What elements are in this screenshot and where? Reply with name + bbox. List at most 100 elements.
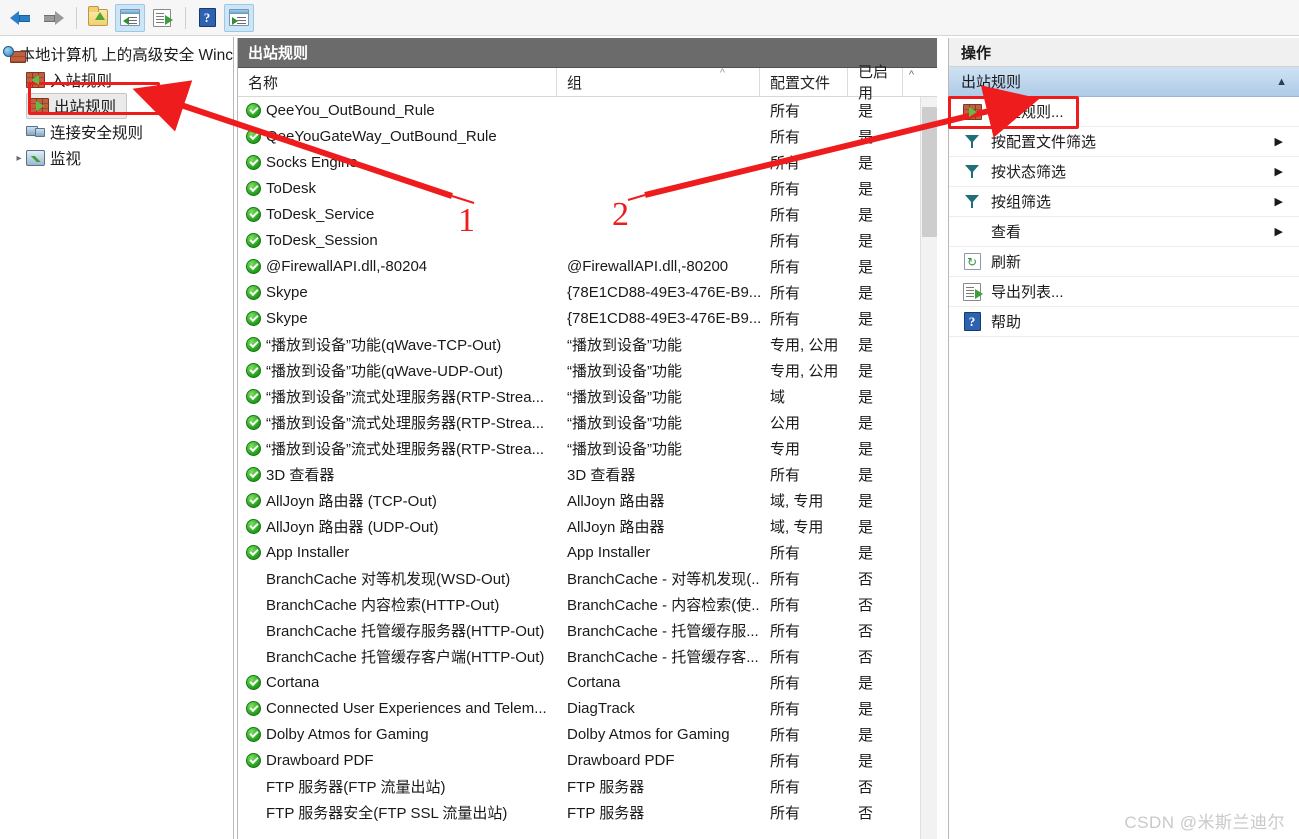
- toolbar: ?: [0, 0, 1299, 36]
- table-row[interactable]: ToDesk 所有 是: [238, 175, 937, 201]
- table-row[interactable]: FTP 服务器(FTP 流量出站) FTP 服务器 所有 否: [238, 773, 937, 799]
- action-item-label: 按组筛选: [991, 194, 1052, 211]
- table-row[interactable]: Socks Engine 所有 是: [238, 149, 937, 175]
- cell-enabled: 是: [858, 674, 874, 692]
- action-item-export[interactable]: 导出列表...: [949, 277, 1299, 307]
- cell-profile: 专用, 公用: [770, 336, 839, 354]
- cell-name: 3D 查看器: [238, 464, 557, 485]
- actions-group-header[interactable]: 出站规则 ▲: [949, 67, 1299, 97]
- cell-profile: 所有: [770, 284, 801, 302]
- table-row[interactable]: BranchCache 内容检索(HTTP-Out) BranchCache - …: [238, 591, 937, 617]
- cell-profile: 专用: [770, 440, 801, 458]
- table-row[interactable]: App Installer App Installer 所有 是: [238, 539, 937, 565]
- table-row[interactable]: “播放到设备”功能(qWave-UDP-Out) “播放到设备”功能 专用, 公用 是: [238, 357, 937, 383]
- action-item-new-rule[interactable]: 新建规则...: [949, 97, 1299, 127]
- table-row[interactable]: Skype {78E1CD88-49E3-476E-B9... 所有 是: [238, 305, 937, 331]
- export-icon: [961, 282, 983, 301]
- table-row[interactable]: Cortana Cortana 所有 是: [238, 669, 937, 695]
- table-row[interactable]: @FirewallAPI.dll,-80204 @FirewallAPI.dll,…: [238, 253, 937, 279]
- scrollbar-thumb[interactable]: [922, 107, 937, 237]
- rule-name-label: Skype: [266, 283, 308, 301]
- table-row[interactable]: “播放到设备”功能(qWave-TCP-Out) “播放到设备”功能 专用, 公用 是: [238, 331, 937, 357]
- show-tree-button[interactable]: [115, 3, 145, 32]
- column-header-label: 配置文件: [770, 74, 831, 92]
- cell-profile: 域, 专用: [770, 492, 824, 510]
- action-item-label: 按状态筛选: [991, 164, 1067, 181]
- table-row[interactable]: BranchCache 托管缓存客户端(HTTP-Out) BranchCache…: [238, 643, 937, 669]
- table-row[interactable]: “播放到设备”流式处理服务器(RTP-Strea... “播放到设备”功能 域 是: [238, 383, 937, 409]
- cell-enabled: 是: [858, 258, 874, 276]
- column-header-label: 名称: [248, 74, 279, 92]
- table-row[interactable]: BranchCache 托管缓存服务器(HTTP-Out) BranchCache…: [238, 617, 937, 643]
- new-rule-icon: [961, 103, 983, 120]
- table-row[interactable]: ToDesk_Service 所有 是: [238, 201, 937, 227]
- show-action-pane-button[interactable]: [224, 3, 254, 32]
- action-item-none[interactable]: 查看 ▶: [949, 217, 1299, 247]
- table-row[interactable]: QeeYou_OutBound_Rule 所有 是: [238, 97, 937, 123]
- cell-name: BranchCache 内容检索(HTTP-Out): [238, 594, 557, 615]
- export-list-icon: [153, 8, 173, 27]
- column-header-profile[interactable]: 配置文件: [760, 68, 848, 96]
- cell-enabled: 是: [858, 388, 874, 406]
- rule-enabled-check-icon: [246, 544, 261, 560]
- outbound-rules-pane: 出站规则 名称 组 ^ 配置文件 已启用 ^ QeeYou_OutBound_R…: [237, 38, 937, 839]
- help-icon: ?: [198, 8, 216, 27]
- table-row[interactable]: 3D 查看器 3D 查看器 所有 是: [238, 461, 937, 487]
- refresh-glyph: ↻: [963, 253, 981, 270]
- cell-enabled: 否: [858, 804, 874, 822]
- back-button[interactable]: [6, 4, 36, 32]
- chevron-up-icon[interactable]: ▲: [1276, 76, 1287, 88]
- toolbar-separator-2: [185, 6, 186, 29]
- rule-name-label: BranchCache 托管缓存服务器(HTTP-Out): [266, 622, 545, 640]
- cell-name: FTP 服务器安全(FTP SSL 流量出站): [238, 802, 557, 823]
- cell-enabled: 是: [858, 726, 874, 744]
- tree-item-connection-security-rules[interactable]: 连接安全规则: [0, 119, 233, 145]
- filter-glyph: [964, 134, 980, 149]
- action-item-filter[interactable]: 按组筛选 ▶: [949, 187, 1299, 217]
- help-button[interactable]: ?: [192, 4, 222, 32]
- up-folder-icon: [88, 6, 108, 26]
- chevron-right-icon[interactable]: ▶: [1275, 165, 1283, 178]
- watermark: CSDN @米斯兰迪尔: [1124, 813, 1285, 832]
- table-row[interactable]: ToDesk_Session 所有 是: [238, 227, 937, 253]
- action-item-help[interactable]: ? 帮助: [949, 307, 1299, 337]
- action-item-label: 查看: [991, 224, 1022, 241]
- action-item-filter[interactable]: 按配置文件筛选 ▶: [949, 127, 1299, 157]
- show-tree-icon: [120, 9, 140, 26]
- table-row[interactable]: “播放到设备”流式处理服务器(RTP-Strea... “播放到设备”功能 公用 是: [238, 409, 937, 435]
- rule-enabled-check-icon: [246, 414, 261, 430]
- export-list-button[interactable]: [147, 4, 177, 32]
- column-header-name[interactable]: 名称: [238, 68, 557, 96]
- tree-item-root[interactable]: 本地计算机 上的高级安全 Winc: [0, 41, 233, 67]
- table-row[interactable]: Dolby Atmos for Gaming Dolby Atmos for Ga…: [238, 721, 937, 747]
- table-row[interactable]: “播放到设备”流式处理服务器(RTP-Strea... “播放到设备”功能 专用 是: [238, 435, 937, 461]
- chevron-right-icon[interactable]: ▶: [1275, 135, 1283, 148]
- forward-button[interactable]: [38, 4, 68, 32]
- action-item-filter[interactable]: 按状态筛选 ▶: [949, 157, 1299, 187]
- column-header-group[interactable]: 组 ^: [557, 67, 760, 96]
- table-row[interactable]: Skype {78E1CD88-49E3-476E-B9... 所有 是: [238, 279, 937, 305]
- chevron-right-icon[interactable]: ▶: [1275, 225, 1283, 238]
- cell-group: {78E1CD88-49E3-476E-B9...: [567, 283, 760, 301]
- tree-item-inbound-rules[interactable]: 入站规则: [0, 67, 233, 93]
- column-header-enabled[interactable]: 已启用: [848, 64, 903, 102]
- table-row[interactable]: QeeYouGateWay_OutBound_Rule 所有 是: [238, 123, 937, 149]
- table-row[interactable]: Drawboard PDF Drawboard PDF 所有 是: [238, 747, 937, 773]
- action-item-refresh[interactable]: ↻ 刷新: [949, 247, 1299, 277]
- cell-group: DiagTrack: [567, 699, 635, 717]
- tree-item-outbound-rules[interactable]: 出站规则: [0, 93, 233, 119]
- tree-monitoring-twisty[interactable]: ▸: [12, 153, 26, 164]
- tree-item-monitoring[interactable]: ▸ 监视: [0, 145, 233, 171]
- chevron-right-icon[interactable]: ▶: [1275, 195, 1283, 208]
- table-row[interactable]: FTP 服务器安全(FTP SSL 流量出站) FTP 服务器 所有 否: [238, 799, 937, 825]
- table-row[interactable]: AllJoyn 路由器 (TCP-Out) AllJoyn 路由器 域, 专用 是: [238, 487, 937, 513]
- rules-list[interactable]: QeeYou_OutBound_Rule 所有是 QeeYouGateWay_Out…: [238, 97, 937, 839]
- table-row[interactable]: BranchCache 对等机发现(WSD-Out) BranchCache - …: [238, 565, 937, 591]
- rules-list-scrollbar[interactable]: [920, 97, 937, 839]
- table-row[interactable]: Connected User Experiences and Telem... D…: [238, 695, 937, 721]
- up-folder-button[interactable]: [83, 4, 113, 32]
- action-item-label: 导出列表...: [991, 284, 1064, 301]
- rule-name-label: AllJoyn 路由器 (UDP-Out): [266, 518, 439, 536]
- table-row[interactable]: AllJoyn 路由器 (UDP-Out) AllJoyn 路由器 域, 专用 是: [238, 513, 937, 539]
- inbound-rules-icon: [26, 72, 45, 88]
